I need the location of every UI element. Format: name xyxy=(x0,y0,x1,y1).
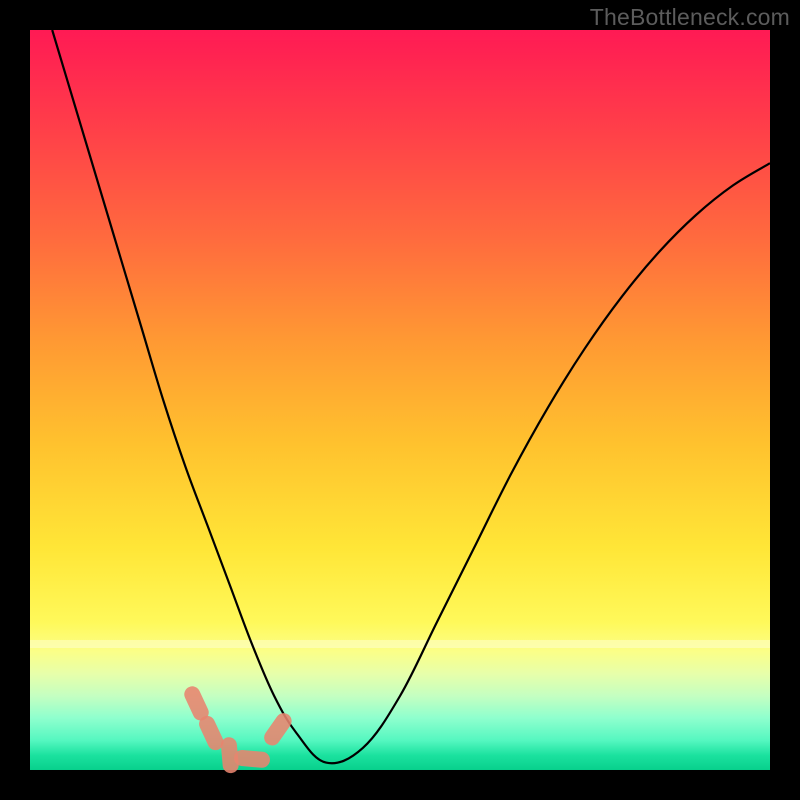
curve-marker xyxy=(229,745,231,765)
marker-group xyxy=(192,694,283,765)
bottleneck-curve xyxy=(52,30,770,763)
curve-marker xyxy=(242,758,262,760)
curve-marker xyxy=(272,721,283,737)
bottleneck-chart xyxy=(30,30,770,770)
watermark-text: TheBottleneck.com xyxy=(590,4,790,31)
curve-marker xyxy=(192,694,200,712)
curve-marker xyxy=(207,724,215,742)
